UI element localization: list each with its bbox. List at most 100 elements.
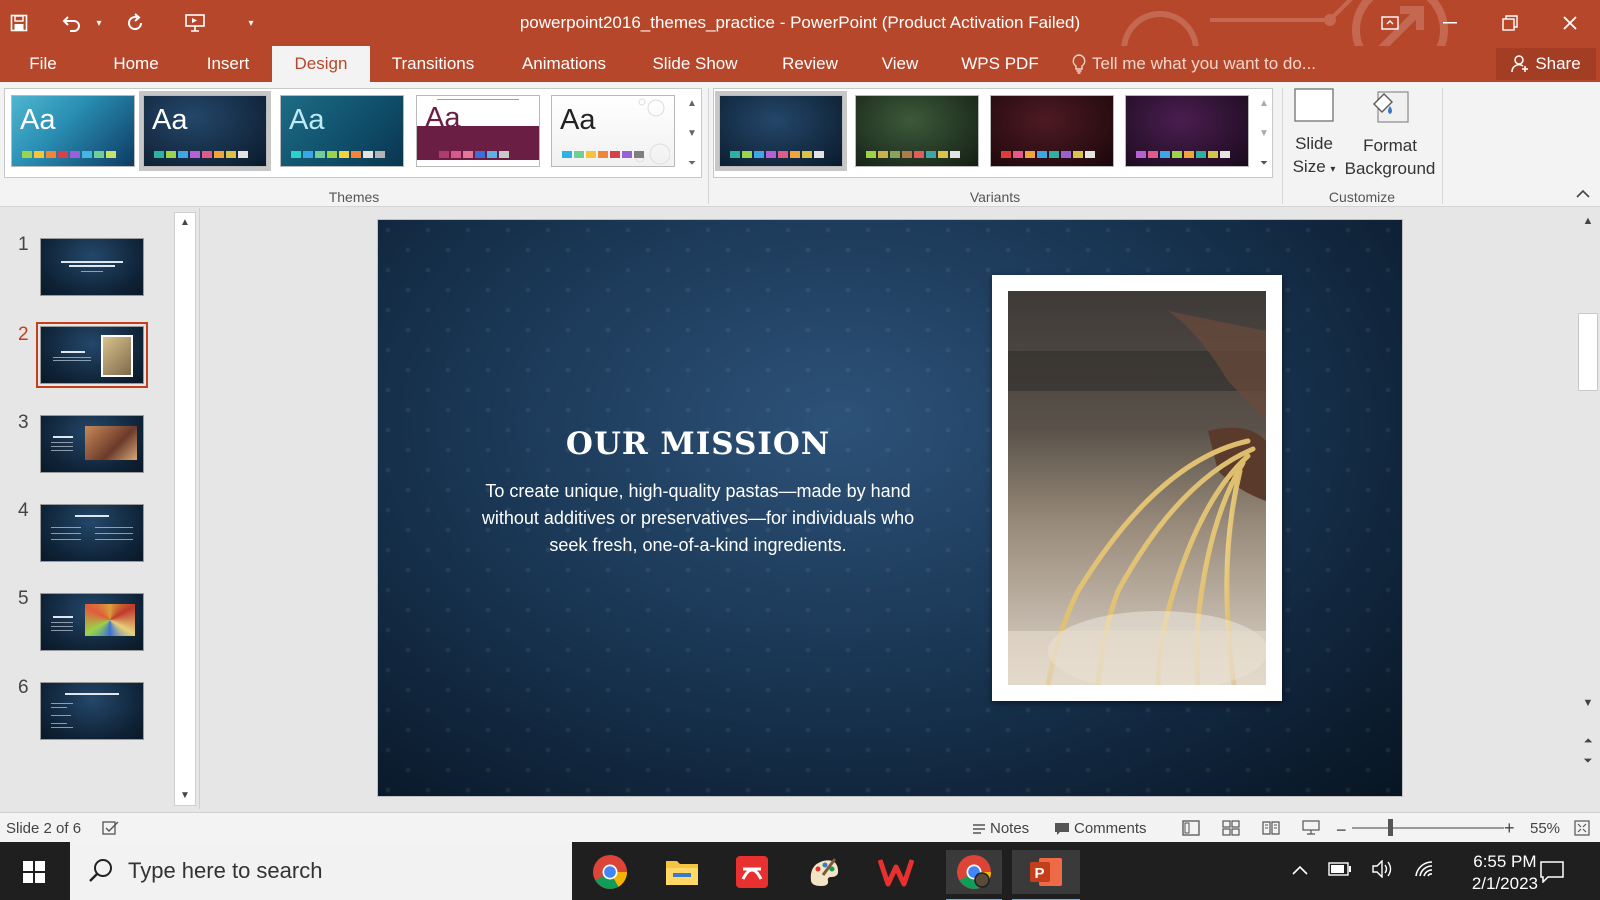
chrome-profile-icon[interactable] — [946, 850, 1002, 900]
tell-me-search[interactable]: Tell me what you want to do... — [1072, 46, 1316, 82]
paint-icon[interactable] — [802, 850, 846, 894]
variant-thumbnail-1[interactable] — [715, 91, 847, 171]
previous-slide-icon[interactable]: ⏶ — [1578, 735, 1598, 748]
slide-body-text[interactable]: To create unique, high-quality pastas—ma… — [463, 478, 933, 559]
share-button[interactable]: Share — [1496, 48, 1596, 80]
tab-slide-show[interactable]: Slide Show — [640, 46, 750, 82]
slide-thumbnail-6[interactable] — [40, 682, 144, 740]
slide-indicator: Slide 2 of 6 — [6, 820, 82, 837]
fit-slide-icon[interactable] — [1574, 820, 1590, 836]
wps-office-icon[interactable] — [874, 850, 918, 894]
format-background-label-2: Background — [1344, 159, 1436, 178]
tab-view[interactable]: View — [868, 46, 932, 82]
slide-show-view-icon[interactable] — [1302, 820, 1320, 836]
notifications-icon[interactable] — [1530, 850, 1574, 894]
slide-size-icon — [1294, 88, 1334, 122]
notes-label: Notes — [990, 820, 1030, 837]
zoom-slider[interactable] — [1352, 827, 1504, 829]
collapse-ribbon-icon[interactable] — [1576, 186, 1590, 202]
taskbar-search-box[interactable]: Type here to search — [70, 842, 572, 900]
slide-canvas[interactable]: OUR MISSION To create unique, high-quali… — [378, 220, 1402, 796]
themes-gallery-scroll: ▲ ▼ ⏷ — [683, 88, 701, 178]
design-ribbon: Aa Aa Aa Aa Aa ▲ ▼ ⏷ Themes ▲ ▼ ⏷ Varian… — [0, 82, 1600, 207]
notes-button[interactable]: Notes — [972, 820, 1029, 837]
chrome-icon[interactable] — [588, 850, 632, 894]
tab-design[interactable]: Design — [272, 46, 370, 82]
slide-thumbnail-1[interactable] — [40, 238, 144, 296]
slide-title[interactable]: OUR MISSION — [438, 426, 958, 462]
powerpoint-icon[interactable]: P — [1012, 850, 1080, 900]
tab-insert[interactable]: Insert — [190, 46, 266, 82]
volume-icon[interactable] — [1372, 858, 1394, 883]
file-explorer-icon[interactable] — [660, 850, 704, 894]
tab-wps-pdf[interactable]: WPS PDF — [952, 46, 1048, 82]
restore-icon[interactable] — [1480, 0, 1540, 46]
next-slide-icon[interactable]: ⏷ — [1578, 755, 1598, 768]
pdf-reader-icon[interactable] — [730, 850, 774, 894]
variant-thumbnail-2[interactable] — [855, 95, 979, 167]
comments-button[interactable]: Comments — [1054, 820, 1147, 837]
variants-gallery-scroll: ▲ ▼ ⏷ — [1255, 88, 1273, 178]
battery-icon[interactable] — [1328, 861, 1352, 881]
slide-size-button[interactable]: Slide Size ▾ — [1288, 88, 1340, 181]
variant-thumbnail-4[interactable] — [1125, 95, 1249, 167]
theme-thumbnail-1[interactable]: Aa — [11, 95, 135, 167]
gallery-more-icon[interactable]: ⏷ — [688, 158, 696, 169]
ribbon-tabs: File Home Insert Design Transitions Anim… — [0, 46, 1600, 82]
theme-thumbnail-3[interactable]: Aa — [280, 95, 404, 167]
scroll-up-icon[interactable]: ▲ — [1578, 215, 1598, 227]
reading-view-icon[interactable] — [1262, 820, 1280, 836]
redo-icon[interactable] — [116, 0, 154, 46]
format-background-label-1: Format — [1363, 136, 1417, 155]
zoom-slider-handle[interactable] — [1388, 819, 1393, 836]
variants-more-icon[interactable]: ⏷ — [1260, 158, 1268, 169]
gallery-down-icon[interactable]: ▼ — [687, 128, 697, 139]
slide-picture[interactable] — [992, 275, 1282, 701]
ribbon-display-options-icon[interactable] — [1360, 0, 1420, 46]
gallery-up-icon[interactable]: ▲ — [687, 98, 697, 109]
spell-check-icon[interactable] — [102, 820, 120, 836]
tab-review[interactable]: Review — [770, 46, 850, 82]
normal-view-icon[interactable] — [1182, 820, 1200, 836]
scroll-down-icon[interactable]: ▼ — [175, 790, 195, 801]
undo-dropdown-icon[interactable]: ▾ — [92, 0, 106, 46]
windows-start-icon[interactable] — [12, 850, 56, 894]
variant-thumbnail-3[interactable] — [990, 95, 1114, 167]
slide-thumbnail-5[interactable] — [40, 593, 144, 651]
slide-thumbnail-2[interactable] — [36, 322, 148, 388]
tab-animations[interactable]: Animations — [508, 46, 620, 82]
slide-size-label-2: Size ▾ — [1292, 157, 1336, 176]
minimize-icon[interactable] — [1420, 0, 1480, 46]
show-hidden-icons-icon[interactable] — [1292, 862, 1308, 880]
slide-thumbnail-3[interactable] — [40, 415, 144, 473]
zoom-out-icon[interactable]: − — [1336, 820, 1347, 841]
theme-sample-text: Aa — [560, 104, 596, 136]
save-icon[interactable] — [0, 0, 38, 46]
format-background-button[interactable]: Format Background — [1340, 88, 1440, 180]
present-from-start-icon[interactable] — [176, 0, 214, 46]
slide-scrollbar[interactable]: ▲ ▼ ⏶ ⏷ — [1576, 211, 1600, 809]
close-icon[interactable] — [1540, 0, 1600, 46]
scroll-thumb[interactable] — [1578, 313, 1598, 391]
zoom-level[interactable]: 55% — [1530, 820, 1560, 837]
zoom-in-icon[interactable]: + — [1504, 818, 1515, 839]
scroll-up-icon[interactable]: ▲ — [175, 217, 195, 228]
theme-sample-text: Aa — [152, 104, 188, 136]
taskbar-clock[interactable]: 6:55 PM 2/1/2023 — [1472, 851, 1538, 895]
variants-down-icon[interactable]: ▼ — [1259, 128, 1269, 139]
clock-date: 2/1/2023 — [1471, 874, 1538, 893]
variants-up-icon[interactable]: ▲ — [1259, 98, 1269, 109]
tab-transitions[interactable]: Transitions — [380, 46, 486, 82]
slide-sorter-icon[interactable] — [1222, 820, 1240, 836]
theme-thumbnail-2[interactable]: Aa — [139, 91, 271, 171]
scroll-down-icon[interactable]: ▼ — [1578, 697, 1598, 709]
undo-icon[interactable] — [52, 0, 92, 46]
thumbnail-pane-scrollbar[interactable]: ▲ ▼ — [174, 212, 196, 806]
tab-file[interactable]: File — [14, 46, 72, 82]
theme-thumbnail-4[interactable]: Aa — [416, 95, 540, 167]
tab-home[interactable]: Home — [98, 46, 174, 82]
wifi-icon[interactable] — [1414, 860, 1436, 883]
slide-thumbnail-4[interactable] — [40, 504, 144, 562]
theme-thumbnail-5[interactable]: Aa — [551, 95, 675, 167]
customize-qat-icon[interactable]: ▾ — [244, 0, 258, 46]
